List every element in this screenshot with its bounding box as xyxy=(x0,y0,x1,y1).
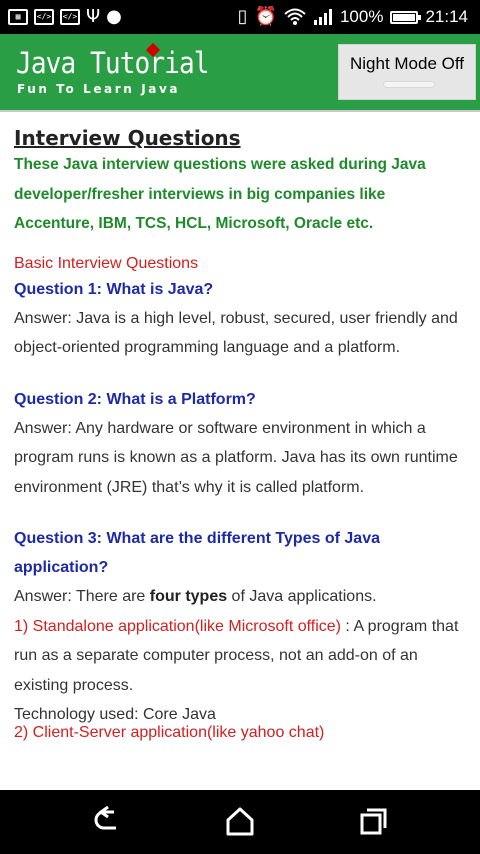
recents-icon[interactable] xyxy=(352,804,392,840)
answer-text: Answer: Any hardware or software environ… xyxy=(14,419,458,496)
vibrate-icon: ▯ xyxy=(237,6,248,27)
logo-title: Java Tutorial xyxy=(16,46,209,80)
gallery-icon: ▦ xyxy=(8,9,28,25)
list-item-heading: 1) Standalone application(like Microsoft… xyxy=(14,617,341,635)
battery-icon xyxy=(390,10,422,24)
content-scroll[interactable]: Interview Questions These Java interview… xyxy=(0,110,480,790)
logo-subtitle: Fun To Learn Java xyxy=(17,82,181,96)
clock: 21:14 xyxy=(425,7,468,26)
night-mode-toggle[interactable]: Night Mode Off xyxy=(338,44,476,100)
question-title: Question 3: What are the different Types… xyxy=(14,530,380,576)
back-icon[interactable] xyxy=(88,804,128,840)
signal-icon xyxy=(313,9,332,25)
android-icon: ● xyxy=(106,6,122,27)
list-item-heading: 2) Client-Server application(like yahoo … xyxy=(14,723,325,741)
alarm-icon: ⏰ xyxy=(254,6,277,27)
answer-bold: four types xyxy=(149,588,228,605)
answer-suffix: of Java applications. xyxy=(227,588,377,605)
intro-text: These Java interview questions were aske… xyxy=(14,156,426,232)
section-label: Basic Interview Questions xyxy=(14,254,199,272)
question-title: Question 2: What is a Platform? xyxy=(14,390,256,408)
code-icon: </> xyxy=(60,9,80,25)
battery-percent: 100% xyxy=(339,7,384,26)
answer-text: Answer: There are four types of Java app… xyxy=(14,582,466,612)
nav-bar xyxy=(0,790,480,854)
app-header: Java Tutorial Fun To Learn Java Night Mo… xyxy=(0,34,480,110)
page-title: Interview Questions xyxy=(14,126,241,150)
list-item: 1) Standalone application(like Microsoft… xyxy=(14,612,466,701)
wifi-icon xyxy=(284,8,306,25)
night-mode-track xyxy=(383,81,435,88)
home-icon[interactable] xyxy=(220,804,260,840)
question-title: Question 1: What is Java? xyxy=(14,280,214,298)
answer-prefix: Answer: There are xyxy=(14,588,150,605)
usb-icon: Ψ xyxy=(86,6,101,27)
night-mode-label: Night Mode Off xyxy=(349,54,465,73)
answer-text: Answer: Java is a high level, robust, se… xyxy=(14,309,458,357)
code-icon: </> xyxy=(34,9,54,25)
status-bar: ▦ </> </> Ψ ● ▯ ⏰ 100% 21:14 xyxy=(0,0,480,34)
